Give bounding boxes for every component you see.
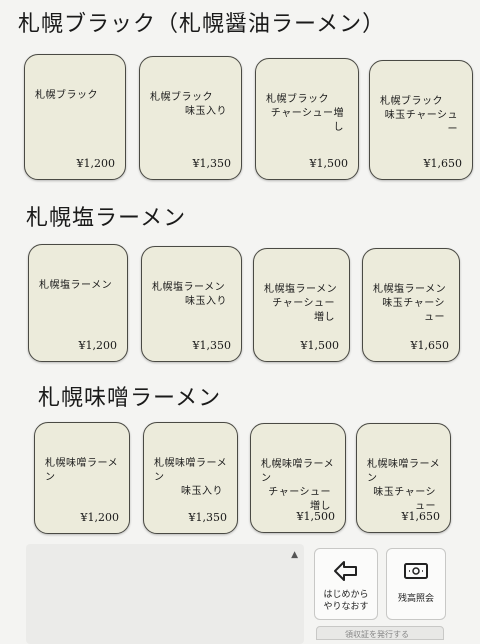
menu-item-name: 札幌ブラック チャーシュー増し	[266, 94, 344, 133]
menu-item[interactable]: 札幌味噌ラーメン 味玉チャーシュー ¥1,650	[356, 423, 451, 533]
back-arrow-icon	[334, 561, 357, 581]
banknote-icon	[404, 563, 428, 579]
menu-item-price: ¥1,500	[296, 510, 336, 523]
menu-item-price: ¥1,200	[76, 157, 116, 170]
receipt-button[interactable]: 領収証を発行する	[316, 626, 444, 640]
menu-item-name: 札幌味噌ラーメン 味玉チャーシュー	[367, 459, 441, 512]
menu-item[interactable]: 札幌ブラック 味玉入り ¥1,350	[139, 56, 242, 180]
menu-grid-sapporo-miso: 札幌味噌ラーメン ¥1,200 札幌味噌ラーメン 味玉入り ¥1,350 札幌味噌…	[0, 418, 480, 548]
menu-item-price: ¥1,500	[300, 339, 340, 352]
menu-item[interactable]: 札幌ブラック ¥1,200	[24, 54, 126, 180]
menu-item-price: ¥1,350	[192, 157, 232, 170]
restart-button[interactable]: はじめから やりなおす	[314, 548, 378, 620]
scroll-up-button[interactable]: ▲	[291, 550, 298, 560]
menu-item-name: 札幌塩ラーメン 味玉チャーシュー	[373, 284, 447, 323]
menu-item[interactable]: 札幌味噌ラーメン ¥1,200	[34, 422, 130, 534]
menu-item[interactable]: 札幌塩ラーメン 味玉入り ¥1,350	[141, 246, 242, 362]
order-list-panel[interactable]: ▲	[26, 544, 304, 644]
menu-item-name: 札幌塩ラーメン 味玉入り	[152, 282, 227, 307]
menu-item-price: ¥1,200	[78, 339, 118, 352]
menu-item[interactable]: 札幌味噌ラーメン 味玉入り ¥1,350	[143, 422, 238, 534]
menu-item-price: ¥1,650	[410, 339, 450, 352]
menu-item[interactable]: 札幌塩ラーメン 味玉チャーシュー ¥1,650	[362, 248, 460, 362]
restart-button-label-1: はじめから	[323, 590, 369, 600]
section-title-sapporo-miso: 札幌味噌ラーメン	[38, 386, 222, 411]
menu-item-price: ¥1,650	[401, 510, 441, 523]
menu-item-name: 札幌味噌ラーメン	[45, 458, 119, 483]
menu-item-name: 札幌味噌ラーメン チャーシュー増し	[261, 459, 335, 512]
menu-item[interactable]: 札幌味噌ラーメン チャーシュー増し ¥1,500	[250, 423, 346, 533]
menu-item-name: 札幌ブラック 味玉チャーシュー	[380, 96, 458, 135]
menu-item[interactable]: 札幌ブラック 味玉チャーシュー ¥1,650	[369, 60, 473, 180]
menu-item-name: 札幌ブラック 味玉入り	[150, 92, 227, 117]
balance-inquiry-label: 残高照会	[397, 594, 434, 604]
menu-item-name: 札幌塩ラーメン チャーシュー増し	[264, 284, 338, 323]
restart-button-label-2: やりなおす	[323, 602, 369, 612]
menu-item[interactable]: 札幌塩ラーメン チャーシュー増し ¥1,500	[253, 248, 350, 362]
menu-item-price: ¥1,650	[423, 157, 463, 170]
menu-item[interactable]: 札幌ブラック チャーシュー増し ¥1,500	[255, 58, 359, 180]
menu-item-price: ¥1,350	[188, 511, 228, 524]
menu-item-price: ¥1,200	[80, 511, 120, 524]
menu-item-name: 札幌ブラック	[35, 90, 98, 101]
menu-grid-sapporo-black: 札幌ブラック ¥1,200 札幌ブラック 味玉入り ¥1,350 札幌ブラック チャ…	[0, 52, 480, 182]
menu-item-name: 札幌塩ラーメン	[39, 280, 113, 291]
menu-item[interactable]: 札幌塩ラーメン ¥1,200	[28, 244, 128, 362]
section-title-sapporo-shio: 札幌塩ラーメン	[26, 206, 187, 231]
section-title-sapporo-black: 札幌ブラック（札幌醤油ラーメン）	[18, 12, 386, 37]
menu-item-price: ¥1,500	[309, 157, 349, 170]
menu-grid-sapporo-shio: 札幌塩ラーメン ¥1,200 札幌塩ラーメン 味玉入り ¥1,350 札幌塩ラーメ…	[0, 240, 480, 370]
menu-item-price: ¥1,350	[192, 339, 232, 352]
balance-inquiry-button[interactable]: 残高照会	[386, 548, 446, 620]
menu-item-name: 札幌味噌ラーメン 味玉入り	[154, 458, 228, 497]
